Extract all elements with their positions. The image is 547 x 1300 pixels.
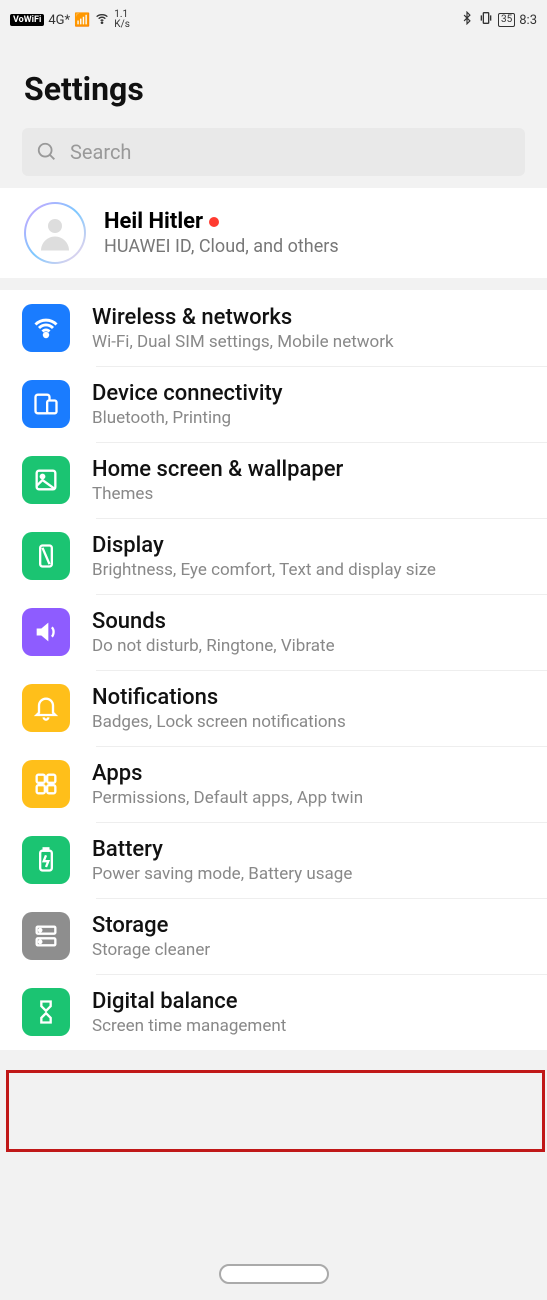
item-sub: Do not disturb, Ringtone, Vibrate [92, 636, 335, 656]
account-name: Heil Hitler [104, 209, 203, 234]
item-sub: Wi-Fi, Dual SIM settings, Mobile network [92, 332, 394, 352]
item-title: Display [92, 533, 436, 558]
item-sub: Badges, Lock screen notifications [92, 712, 346, 732]
item-device-connectivity[interactable]: Device connectivity Bluetooth, Printing [0, 366, 547, 442]
item-sub: Screen time management [92, 1016, 286, 1036]
item-sub: Bluetooth, Printing [92, 408, 283, 428]
status-bar: VoWiFi 4G* 📶 1.1 K/s 35 8:3 [0, 0, 547, 40]
devices-icon [22, 380, 70, 428]
item-digital-balance[interactable]: Digital balance Screen time management [0, 974, 547, 1050]
vowifi-badge: VoWiFi [10, 14, 44, 26]
item-title: Device connectivity [92, 381, 283, 406]
display-icon [22, 532, 70, 580]
sound-icon [22, 608, 70, 656]
page-title: Settings [0, 40, 547, 128]
signal-icon: 📶 [74, 13, 90, 28]
apps-icon [22, 760, 70, 808]
hourglass-icon [22, 988, 70, 1036]
avatar [24, 202, 86, 264]
item-display[interactable]: Display Brightness, Eye comfort, Text an… [0, 518, 547, 594]
search-input[interactable]: Search [22, 128, 525, 176]
network-indicator: 4G* [48, 13, 70, 28]
item-sub: Storage cleaner [92, 940, 210, 960]
wallpaper-icon [22, 456, 70, 504]
search-placeholder: Search [70, 140, 131, 164]
item-battery[interactable]: Battery Power saving mode, Battery usage [0, 822, 547, 898]
search-icon [36, 141, 58, 163]
item-apps[interactable]: Apps Permissions, Default apps, App twin [0, 746, 547, 822]
item-title: Battery [92, 837, 352, 862]
notification-dot-icon [209, 217, 219, 227]
item-home-wallpaper[interactable]: Home screen & wallpaper Themes [0, 442, 547, 518]
bell-icon [22, 684, 70, 732]
battery-icon [22, 836, 70, 884]
gesture-bar[interactable] [219, 1264, 329, 1284]
account-row[interactable]: Heil Hitler HUAWEI ID, Cloud, and others [0, 188, 547, 278]
item-title: Storage [92, 913, 210, 938]
wifi-icon [94, 10, 110, 30]
speed-unit: K/s [114, 20, 130, 30]
item-storage[interactable]: Storage Storage cleaner [0, 898, 547, 974]
bluetooth-icon [460, 11, 474, 29]
item-title: Apps [92, 761, 363, 786]
item-wireless-networks[interactable]: Wireless & networks Wi-Fi, Dual SIM sett… [0, 290, 547, 366]
battery-indicator: 35 [498, 13, 515, 27]
vibrate-icon [478, 10, 494, 30]
storage-icon [22, 912, 70, 960]
clock: 8:3 [519, 13, 537, 28]
item-sounds[interactable]: Sounds Do not disturb, Ringtone, Vibrate [0, 594, 547, 670]
item-notifications[interactable]: Notifications Badges, Lock screen notifi… [0, 670, 547, 746]
item-sub: Power saving mode, Battery usage [92, 864, 352, 884]
item-title: Sounds [92, 609, 335, 634]
item-sub: Themes [92, 484, 343, 504]
highlight-annotation [6, 1070, 545, 1152]
wifi-icon [22, 304, 70, 352]
item-sub: Brightness, Eye comfort, Text and displa… [92, 560, 436, 580]
settings-list: Wireless & networks Wi-Fi, Dual SIM sett… [0, 290, 547, 1050]
item-title: Wireless & networks [92, 305, 394, 330]
account-sub: HUAWEI ID, Cloud, and others [104, 236, 339, 257]
item-sub: Permissions, Default apps, App twin [92, 788, 363, 808]
item-title: Digital balance [92, 989, 286, 1014]
item-title: Home screen & wallpaper [92, 457, 343, 482]
item-title: Notifications [92, 685, 346, 710]
